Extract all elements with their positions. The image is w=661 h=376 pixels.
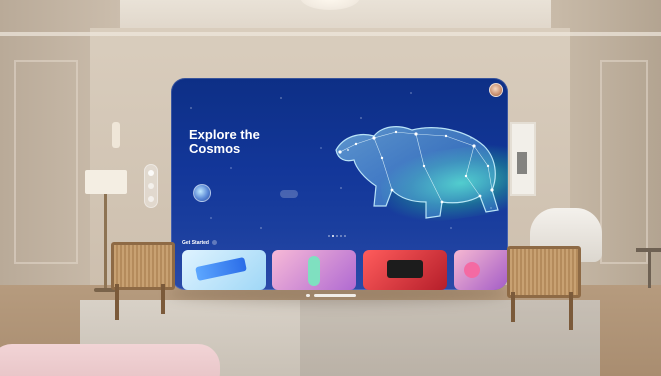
content-card[interactable] bbox=[363, 250, 447, 290]
chevron-right-icon[interactable] bbox=[212, 240, 218, 246]
guide-card[interactable] bbox=[193, 184, 217, 202]
crown-molding bbox=[0, 32, 661, 36]
guide-avatar bbox=[193, 184, 211, 202]
home-icon[interactable] bbox=[148, 170, 154, 176]
chair-leg bbox=[511, 292, 515, 322]
rattan-chair-right bbox=[507, 246, 581, 298]
card-row bbox=[182, 250, 508, 290]
content-card[interactable] bbox=[454, 250, 508, 290]
content-card[interactable] bbox=[182, 250, 266, 290]
floor-lamp-pole bbox=[104, 194, 107, 290]
wall-art bbox=[510, 122, 536, 196]
section-title: Get Started bbox=[182, 240, 209, 246]
pink-ottoman bbox=[0, 344, 220, 376]
chair-leg bbox=[161, 284, 165, 314]
wall-panel bbox=[600, 60, 648, 264]
tab-bar[interactable] bbox=[144, 164, 158, 208]
side-table-leg bbox=[648, 252, 651, 288]
hero-title: Explore the Cosmos bbox=[189, 127, 260, 156]
page-dot[interactable] bbox=[344, 235, 346, 237]
constellation-bear-illustration bbox=[335, 126, 499, 219]
floor-lamp-shade bbox=[85, 170, 127, 194]
page-dot-active[interactable] bbox=[332, 235, 334, 237]
wall-sconce bbox=[112, 122, 120, 148]
section-header[interactable]: Get Started bbox=[182, 240, 218, 246]
window-grab-bar[interactable] bbox=[314, 294, 356, 297]
window-close-handle[interactable] bbox=[306, 294, 310, 297]
people-icon[interactable] bbox=[148, 196, 154, 202]
visionos-room-scene: Explore the Cosmos Get Started bbox=[0, 0, 661, 376]
apps-icon[interactable] bbox=[148, 183, 154, 189]
content-card[interactable] bbox=[272, 250, 356, 290]
page-dot[interactable] bbox=[328, 235, 330, 237]
page-indicator[interactable] bbox=[328, 235, 348, 237]
page-dot[interactable] bbox=[340, 235, 342, 237]
chair-leg bbox=[115, 284, 119, 320]
page-dot[interactable] bbox=[336, 235, 338, 237]
rug-shadow bbox=[300, 300, 600, 376]
profile-avatar[interactable] bbox=[489, 83, 503, 97]
rattan-chair-left bbox=[111, 242, 175, 290]
hero-action-button[interactable] bbox=[280, 190, 298, 198]
wall-panel bbox=[14, 60, 78, 264]
app-window[interactable]: Explore the Cosmos Get Started bbox=[171, 78, 508, 290]
chair-leg bbox=[569, 292, 573, 330]
